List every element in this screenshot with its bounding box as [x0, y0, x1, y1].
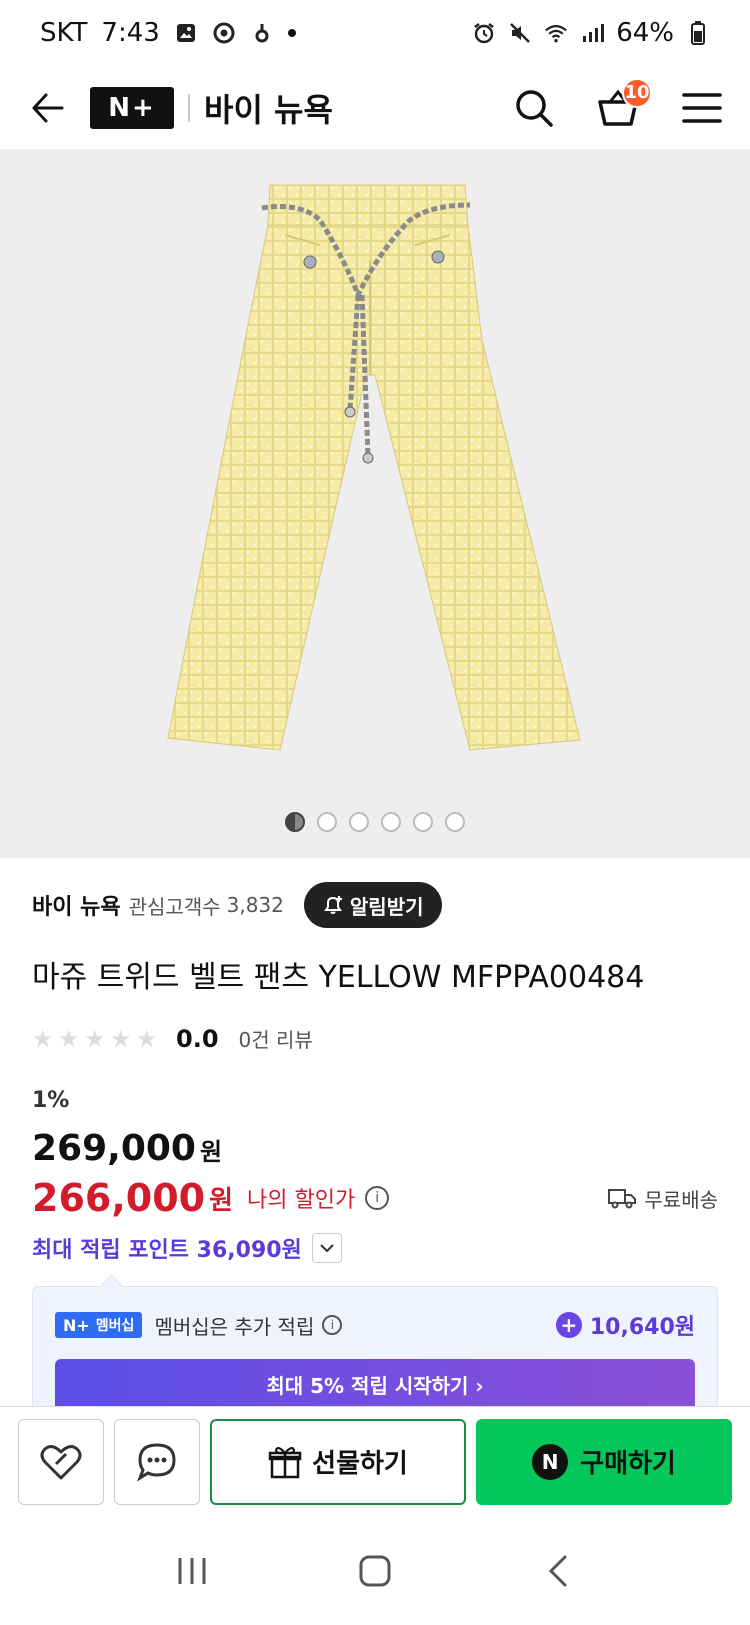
shipping-label: 무료배송 [644, 1187, 718, 1212]
carousel-dot-2[interactable] [317, 812, 337, 832]
review-count: 0건 리뷰 [238, 1028, 313, 1052]
original-price-currency: 원 [199, 1138, 223, 1166]
cart-count-badge: 10 [622, 77, 652, 108]
bottom-action-bar: 선물하기 N 구매하기 [0, 1406, 750, 1516]
star-icon: ★ [32, 1024, 54, 1053]
back-button[interactable] [24, 84, 72, 132]
carousel-dot-3[interactable] [349, 812, 369, 832]
signal-icon [580, 21, 605, 45]
membership-badge-logo: N+ [63, 1315, 90, 1335]
sale-price-value: 266,000 [32, 1176, 206, 1220]
buy-button[interactable]: N 구매하기 [476, 1418, 732, 1505]
status-left: SKT 7:43 [40, 18, 296, 48]
system-back-button[interactable] [528, 1541, 588, 1601]
product-image-gallery[interactable] [0, 150, 750, 858]
store-name-link[interactable]: 바이 뉴욕 [32, 889, 121, 921]
star-icon: ★ [84, 1024, 106, 1053]
clock: 7:43 [101, 18, 160, 48]
carousel-dots [0, 812, 750, 832]
product-title: 마쥬 트위드 벨트 팬츠 YELLOW MFPPA00484 [32, 960, 645, 995]
product-image [167, 184, 581, 751]
hamburger-menu-icon [682, 92, 722, 123]
membership-row: N+ 멤버십 멤버십은 추가 적립 i + 10,640원 [55, 1309, 695, 1341]
max-points-row[interactable]: 최대 적립 포인트 36,090원 [32, 1232, 342, 1264]
search-button[interactable] [510, 84, 558, 132]
max-points-text: 최대 적립 포인트 36,090원 [32, 1238, 302, 1263]
system-nav-bar [0, 1516, 750, 1625]
wishlist-button[interactable] [18, 1418, 104, 1505]
chrome-notification-icon [212, 21, 236, 45]
star-icon: ★ [136, 1024, 158, 1053]
app-header: N+ 바이 뉴욕 10 [0, 66, 750, 150]
original-price-value: 269,000 [32, 1128, 196, 1169]
carousel-dot-4[interactable] [381, 812, 401, 832]
my-discount-label: 나의 할인가 [247, 1188, 356, 1213]
membership-badge: N+ 멤버십 [55, 1312, 143, 1338]
shipping-info: 무료배송 [608, 1184, 718, 1213]
carousel-dot-6[interactable] [445, 812, 465, 832]
sale-price-row: 266,000 원 나의 할인가 i 무료배송 [32, 1176, 718, 1220]
carousel-dot-5[interactable] [413, 812, 433, 832]
chat-bubble-icon [137, 1442, 176, 1482]
rating-score: 0.0 [176, 1024, 219, 1053]
sale-price-currency: 원 [209, 1185, 233, 1216]
search-icon [516, 89, 553, 127]
wifi-icon [544, 21, 568, 45]
alarm-icon [472, 21, 496, 45]
membership-badge-label: 멤버십 [95, 1318, 135, 1334]
gift-button-label: 선물하기 [312, 1449, 408, 1479]
home-icon [359, 1555, 391, 1586]
status-right: 64% [472, 18, 710, 48]
membership-info-icon[interactable]: i [322, 1315, 343, 1335]
star-icon: ★ [110, 1024, 132, 1053]
store-title[interactable]: 바이 뉴욕 [204, 85, 333, 131]
plus-circle-icon: + [555, 1312, 582, 1338]
recent-apps-icon [178, 1557, 206, 1584]
app-notification-icon [250, 21, 274, 45]
naver-plus-logo[interactable]: N+ [90, 86, 174, 129]
store-info-row: 바이 뉴욕 관심고객수 3,832 알림받기 [32, 880, 718, 930]
notify-button-label: 알림받기 [349, 894, 424, 919]
gift-button[interactable]: 선물하기 [210, 1418, 466, 1505]
menu-button[interactable] [678, 84, 726, 132]
battery-charging-icon [686, 21, 710, 45]
buy-button-label: 구매하기 [580, 1449, 676, 1479]
bell-plus-icon [324, 896, 342, 914]
cart-button[interactable]: 10 [594, 77, 652, 132]
heart-icon [40, 1444, 82, 1479]
carrier-label: SKT [40, 18, 88, 48]
carousel-dot-1[interactable] [285, 812, 305, 832]
membership-promo-box: N+ 멤버십 멤버십은 추가 적립 i + 10,640원 최대 5% 적립 시… [32, 1286, 718, 1416]
chevron-left-icon [549, 1555, 567, 1586]
more-notifications-dot-icon [287, 29, 296, 37]
mute-icon [508, 21, 532, 45]
membership-text: 멤버십은 추가 적립 [154, 1314, 315, 1339]
chat-button[interactable] [114, 1418, 200, 1505]
header-actions: 10 [510, 77, 726, 132]
notify-button[interactable]: 알림받기 [303, 882, 442, 928]
rating-row[interactable]: ★ ★ ★ ★ ★ 0.0 0건 리뷰 [32, 1024, 313, 1053]
points-expand-button[interactable] [311, 1233, 342, 1263]
membership-start-button[interactable]: 최대 5% 적립 시작하기 › [55, 1359, 695, 1409]
delivery-truck-icon [608, 1189, 637, 1209]
gift-icon [268, 1446, 302, 1478]
discount-info-icon[interactable]: i [365, 1186, 390, 1210]
gallery-notification-icon [174, 21, 198, 45]
follower-label: 관심고객수 [128, 894, 221, 919]
battery-percent: 64% [616, 18, 674, 48]
status-bar: SKT 7:43 64% [0, 0, 750, 66]
discount-rate: 1% [32, 1088, 70, 1113]
naver-pay-n-icon: N [532, 1443, 569, 1480]
recent-apps-button[interactable] [162, 1541, 222, 1601]
membership-points: + 10,640원 [555, 1309, 695, 1341]
home-button[interactable] [345, 1541, 405, 1601]
back-arrow-icon [32, 93, 64, 122]
follower-count: 3,832 [226, 893, 284, 917]
chevron-down-icon [320, 1244, 334, 1253]
star-rating: ★ ★ ★ ★ ★ [32, 1027, 160, 1051]
logo-divider [188, 93, 190, 122]
membership-points-value: 10,640원 [589, 1315, 695, 1340]
star-icon: ★ [58, 1024, 80, 1053]
original-price: 269,000 원 [32, 1128, 222, 1169]
